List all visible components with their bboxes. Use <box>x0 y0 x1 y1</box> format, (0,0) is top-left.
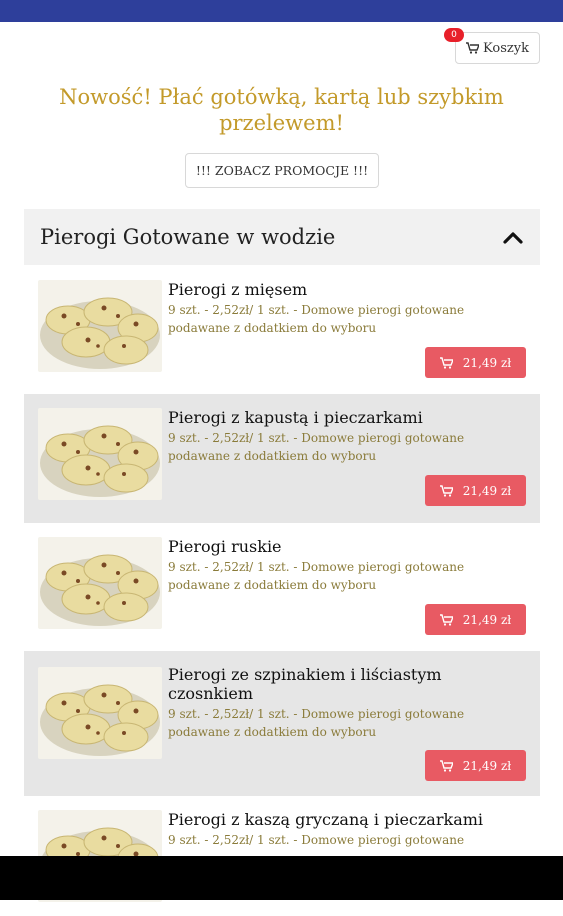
cart-icon <box>439 484 453 497</box>
item-name: Pierogi z mięsem <box>168 280 308 299</box>
add-to-cart-button[interactable]: 21,49 zł <box>425 604 526 635</box>
category-title: Pierogi Gotowane w wodzie <box>40 225 336 249</box>
price-label: 21,49 zł <box>462 483 512 498</box>
list-item[interactable]: Pierogi ze szpinakiem i liściastym czosn… <box>24 651 540 796</box>
add-to-cart-button[interactable]: 21,49 zł <box>425 475 526 506</box>
pierogi-image <box>38 667 162 759</box>
see-promotions-button[interactable]: !!! ZOBACZ PROMOCJE !!! <box>185 153 379 188</box>
cart-button[interactable]: Koszyk <box>455 32 540 64</box>
system-nav-bar <box>0 856 563 900</box>
item-name: Pierogi ze szpinakiem i liściastym czosn… <box>168 665 442 703</box>
category-header[interactable]: Pierogi Gotowane w wodzie <box>24 209 540 265</box>
item-description: 9 szt. - 2,52zł/ 1 szt. - Domowe pierogi… <box>168 707 465 739</box>
pierogi-image <box>38 537 162 629</box>
price-label: 21,49 zł <box>462 758 512 773</box>
cart-icon <box>439 759 453 772</box>
product-list: Pierogi z mięsem 9 szt. - 2,52zł/ 1 szt.… <box>24 266 540 916</box>
status-bar <box>0 0 563 22</box>
chevron-up-icon[interactable] <box>502 230 524 244</box>
list-item[interactable]: Pierogi z mięsem 9 szt. - 2,52zł/ 1 szt.… <box>24 266 540 394</box>
pierogi-image <box>38 408 162 500</box>
add-to-cart-button[interactable]: 21,49 zł <box>425 347 526 378</box>
price-label: 21,49 zł <box>462 355 512 370</box>
item-description: 9 szt. - 2,52zł/ 1 szt. - Domowe pierogi… <box>168 431 465 463</box>
item-name: Pierogi z kapustą i pieczarkami <box>168 408 423 427</box>
item-description: 9 szt. - 2,52zł/ 1 szt. - Domowe pierogi… <box>168 560 465 592</box>
cart-icon <box>466 42 480 54</box>
item-name: Pierogi z kaszą gryczaną i pieczarkami <box>168 810 484 829</box>
promo-headline: Nowość! Płać gotówką, kartą lub szybkim … <box>59 85 504 135</box>
list-item[interactable]: Pierogi z kapustą i pieczarkami 9 szt. -… <box>24 394 540 523</box>
list-item[interactable]: Pierogi ruskie 9 szt. - 2,52zł/ 1 szt. -… <box>24 523 540 651</box>
item-description: 9 szt. - 2,52zł/ 1 szt. - Domowe pierogi… <box>168 303 465 335</box>
cart-label: Koszyk <box>483 40 529 56</box>
cart-count-badge: 0 <box>444 28 464 42</box>
item-description: 9 szt. - 2,52zł/ 1 szt. - Domowe pierogi… <box>168 833 465 847</box>
pierogi-image <box>38 280 162 372</box>
cart-icon <box>439 613 453 626</box>
add-to-cart-button[interactable]: 21,49 zł <box>425 750 526 781</box>
price-label: 21,49 zł <box>462 612 512 627</box>
cart-icon <box>439 356 453 369</box>
item-name: Pierogi ruskie <box>168 537 282 556</box>
